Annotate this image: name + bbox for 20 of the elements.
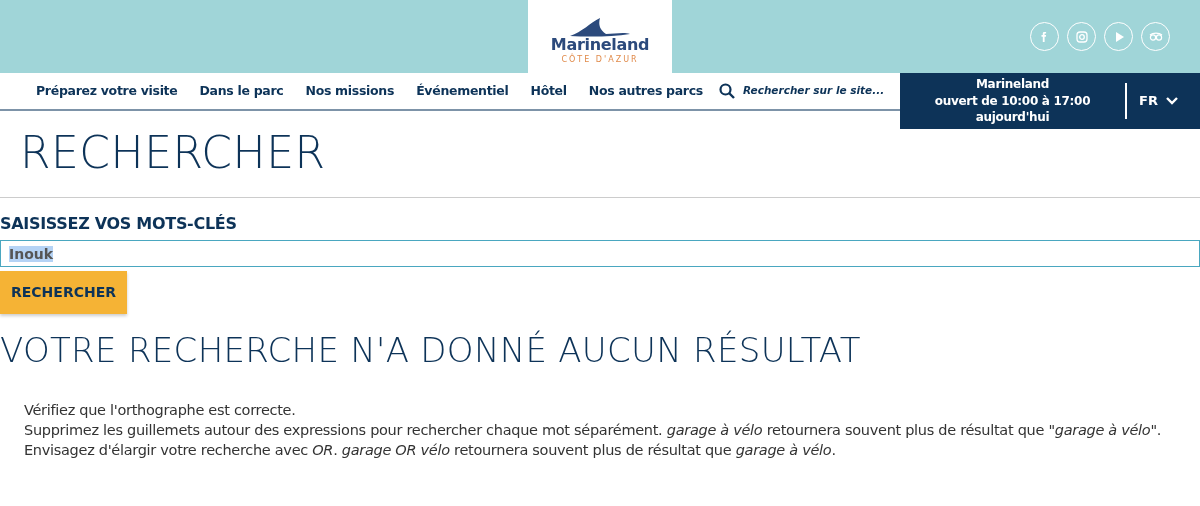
nav-link[interactable]: Préparez votre visite bbox=[36, 81, 178, 101]
tip-text: Supprimez les guillemets autour des expressions pour rechercher chaque mot séparément. garage à vélo retournera souvent plus de résultat que "garage à vélo". bbox=[24, 420, 1163, 440]
field-label: SAISISSEZ VOS MOTS-CLÉS bbox=[0, 213, 238, 235]
logo[interactable]: Marineland CÔTE D'AZUR bbox=[528, 0, 672, 73]
nav-link[interactable]: Nos autres parcs bbox=[588, 81, 703, 101]
nav-link[interactable]: Événementiel bbox=[416, 81, 509, 101]
nav-link[interactable]: Hôtel bbox=[530, 81, 567, 101]
nav-link[interactable]: Nos missions bbox=[305, 81, 395, 101]
language-selector[interactable]: FR bbox=[1127, 91, 1178, 111]
chevron-down-icon bbox=[1165, 97, 1178, 105]
search-button[interactable]: RECHERCHER bbox=[0, 271, 127, 314]
nav-link[interactable]: Dans le parc bbox=[199, 81, 284, 101]
results-heading: VOTRE RECHERCHE N'A DONNÉ AUCUN RÉSULTAT bbox=[0, 332, 862, 370]
logo-name: Marineland bbox=[550, 37, 650, 53]
tip-text: Vérifiez que l'orthographe est correcte. bbox=[24, 401, 297, 421]
opening-hours-text: Marineland ouvert de 10:00 à 17:00 aujourd'hui bbox=[933, 75, 1092, 127]
search-icon[interactable] bbox=[719, 83, 735, 99]
page-title: RECHERCHER bbox=[20, 131, 327, 175]
keywords-field[interactable]: Inouk bbox=[0, 240, 1200, 267]
tip-text: Envisagez d'élargir votre recherche avec OR. garage OR vélo retournera souvent plus de résultat que garage à vélo. bbox=[24, 440, 837, 460]
